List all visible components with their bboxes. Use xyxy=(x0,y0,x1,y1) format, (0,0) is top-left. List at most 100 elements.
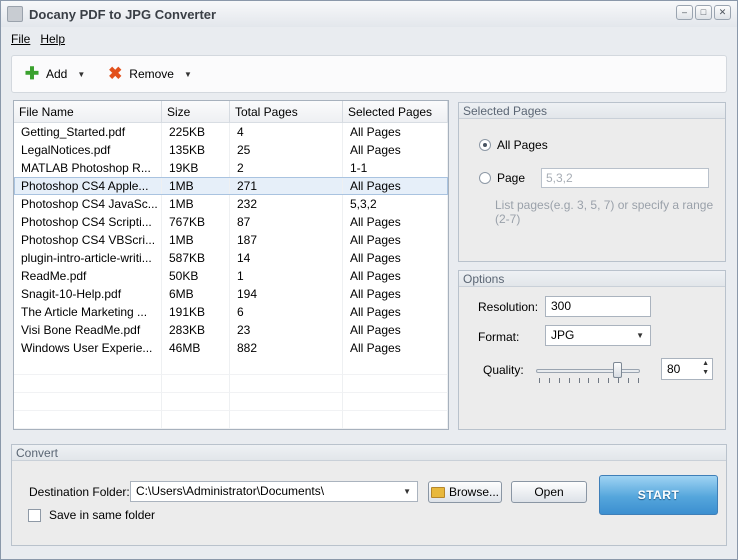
cell-size: 1MB xyxy=(162,231,230,249)
table-row[interactable]: Visi Bone ReadMe.pdf 283KB 23 All Pages xyxy=(14,321,448,339)
chevron-down-icon: ▼ xyxy=(636,331,644,340)
page-range-hint: List pages(e.g. 3, 5, 7) or specify a ra… xyxy=(495,198,714,226)
cell-file-name: Windows User Experie... xyxy=(14,339,162,357)
cell-file-name: MATLAB Photoshop R... xyxy=(14,159,162,177)
add-label: Add xyxy=(46,67,68,81)
cell-total-pages: 6 xyxy=(230,303,343,321)
column-size[interactable]: Size xyxy=(162,101,230,123)
cell-file-name: The Article Marketing ... xyxy=(14,303,162,321)
cell-selected-pages: All Pages xyxy=(343,303,448,321)
column-file-name[interactable]: File Name xyxy=(14,101,162,123)
cell-size: 1MB xyxy=(162,177,230,195)
cell-selected-pages: All Pages xyxy=(343,321,448,339)
empty-row xyxy=(14,393,448,411)
format-select[interactable]: JPG ▼ xyxy=(545,325,651,346)
cell-selected-pages: All Pages xyxy=(343,123,448,141)
add-button[interactable]: ✚ Add ▼ xyxy=(24,64,85,83)
destination-folder-input[interactable]: C:\Users\Administrator\Documents\ ▼ xyxy=(130,481,418,502)
file-list[interactable]: File Name Size Total Pages Selected Page… xyxy=(13,100,449,430)
save-same-folder-checkbox[interactable] xyxy=(28,508,41,522)
options-title: Options xyxy=(459,271,725,287)
page-range-input[interactable]: 5,3,2 xyxy=(541,168,709,188)
spin-down-icon[interactable]: ▼ xyxy=(702,369,709,376)
column-selected-pages[interactable]: Selected Pages xyxy=(343,101,448,123)
column-total-pages[interactable]: Total Pages xyxy=(230,101,343,123)
table-row-selected[interactable]: Photoshop CS4 Apple... 1MB 271 All Pages xyxy=(14,177,448,195)
quality-slider-thumb[interactable] xyxy=(613,362,622,378)
cell-size: 6MB xyxy=(162,285,230,303)
cell-size: 767KB xyxy=(162,213,230,231)
quality-value: 80 xyxy=(667,362,681,376)
cell-total-pages: 271 xyxy=(230,177,343,195)
menu-file[interactable]: File xyxy=(11,32,30,46)
cell-file-name: Snagit-10-Help.pdf xyxy=(14,285,162,303)
quality-slider-ticks xyxy=(539,378,639,384)
resolution-label: Resolution: xyxy=(478,300,539,314)
remove-button[interactable]: ✖ Remove ▼ xyxy=(107,64,192,83)
page-radio[interactable] xyxy=(479,172,491,184)
quality-slider-track[interactable] xyxy=(536,369,640,373)
destination-folder-value: C:\Users\Administrator\Documents\ xyxy=(136,484,325,498)
cell-total-pages: 25 xyxy=(230,141,343,159)
table-row[interactable]: Windows User Experie... 46MB 882 All Pag… xyxy=(14,339,448,357)
table-row[interactable]: Snagit-10-Help.pdf 6MB 194 All Pages xyxy=(14,285,448,303)
remove-dropdown-icon[interactable]: ▼ xyxy=(184,70,192,79)
table-row[interactable]: LegalNotices.pdf 135KB 25 All Pages xyxy=(14,141,448,159)
cell-total-pages: 4 xyxy=(230,123,343,141)
all-pages-radio[interactable] xyxy=(479,139,491,151)
table-row[interactable]: The Article Marketing ... 191KB 6 All Pa… xyxy=(14,303,448,321)
start-button[interactable]: START xyxy=(599,475,718,515)
cell-selected-pages: All Pages xyxy=(343,267,448,285)
page-option[interactable]: Page xyxy=(479,171,525,185)
spin-up-icon[interactable]: ▲ xyxy=(702,360,709,367)
window-controls: – □ ✕ xyxy=(676,5,731,20)
cell-file-name: LegalNotices.pdf xyxy=(14,141,162,159)
cell-total-pages: 882 xyxy=(230,339,343,357)
empty-row xyxy=(14,375,448,393)
close-button[interactable]: ✕ xyxy=(714,5,731,20)
cell-size: 50KB xyxy=(162,267,230,285)
remove-icon: ✖ xyxy=(108,64,123,83)
cell-total-pages: 23 xyxy=(230,321,343,339)
minimize-button[interactable]: – xyxy=(676,5,693,20)
table-row[interactable]: Photoshop CS4 VBScri... 1MB 187 All Page… xyxy=(14,231,448,249)
open-button[interactable]: Open xyxy=(511,481,587,503)
add-dropdown-icon[interactable]: ▼ xyxy=(77,70,85,79)
cell-file-name: ReadMe.pdf xyxy=(14,267,162,285)
cell-file-name: plugin-intro-article-writi... xyxy=(14,249,162,267)
app-window: Docany PDF to JPG Converter – □ ✕ File H… xyxy=(0,0,738,560)
format-value: JPG xyxy=(551,328,575,342)
table-row[interactable]: Photoshop CS4 Scripti... 767KB 87 All Pa… xyxy=(14,213,448,231)
cell-file-name: Photoshop CS4 Apple... xyxy=(14,177,162,195)
page-label: Page xyxy=(497,171,526,185)
save-same-folder-option[interactable]: Save in same folder xyxy=(28,508,155,522)
format-label: Format: xyxy=(478,330,520,344)
cell-selected-pages: All Pages xyxy=(343,141,448,159)
convert-panel: Convert Destination Folder: C:\Users\Adm… xyxy=(11,444,727,546)
cell-selected-pages: All Pages xyxy=(343,285,448,303)
cell-size: 587KB xyxy=(162,249,230,267)
cell-selected-pages: All Pages xyxy=(343,339,448,357)
options-panel: Options Resolution: 300 Format: JPG ▼ Qu… xyxy=(458,270,726,430)
file-list-body: Getting_Started.pdf 225KB 4 All Pages Le… xyxy=(14,123,448,429)
table-row[interactable]: ReadMe.pdf 50KB 1 All Pages xyxy=(14,267,448,285)
cell-total-pages: 232 xyxy=(230,195,343,213)
cell-file-name: Photoshop CS4 JavaSc... xyxy=(14,195,162,213)
table-row[interactable]: Photoshop CS4 JavaSc... 1MB 232 5,3,2 xyxy=(14,195,448,213)
cell-selected-pages: All Pages xyxy=(343,231,448,249)
cell-total-pages: 87 xyxy=(230,213,343,231)
quality-spinner[interactable]: 80 ▲ ▼ xyxy=(661,358,713,380)
table-row[interactable]: MATLAB Photoshop R... 19KB 2 1-1 xyxy=(14,159,448,177)
maximize-button[interactable]: □ xyxy=(695,5,712,20)
chevron-down-icon[interactable]: ▼ xyxy=(403,482,411,501)
menu-help[interactable]: Help xyxy=(40,32,65,46)
all-pages-option[interactable]: All Pages xyxy=(479,138,548,152)
resolution-input[interactable]: 300 xyxy=(545,296,651,317)
destination-folder-label: Destination Folder: xyxy=(29,485,130,499)
browse-button[interactable]: Browse... xyxy=(428,481,502,503)
table-row[interactable]: Getting_Started.pdf 225KB 4 All Pages xyxy=(14,123,448,141)
table-row[interactable]: plugin-intro-article-writi... 587KB 14 A… xyxy=(14,249,448,267)
empty-row xyxy=(14,411,448,429)
empty-row xyxy=(14,357,448,375)
cell-file-name: Photoshop CS4 Scripti... xyxy=(14,213,162,231)
